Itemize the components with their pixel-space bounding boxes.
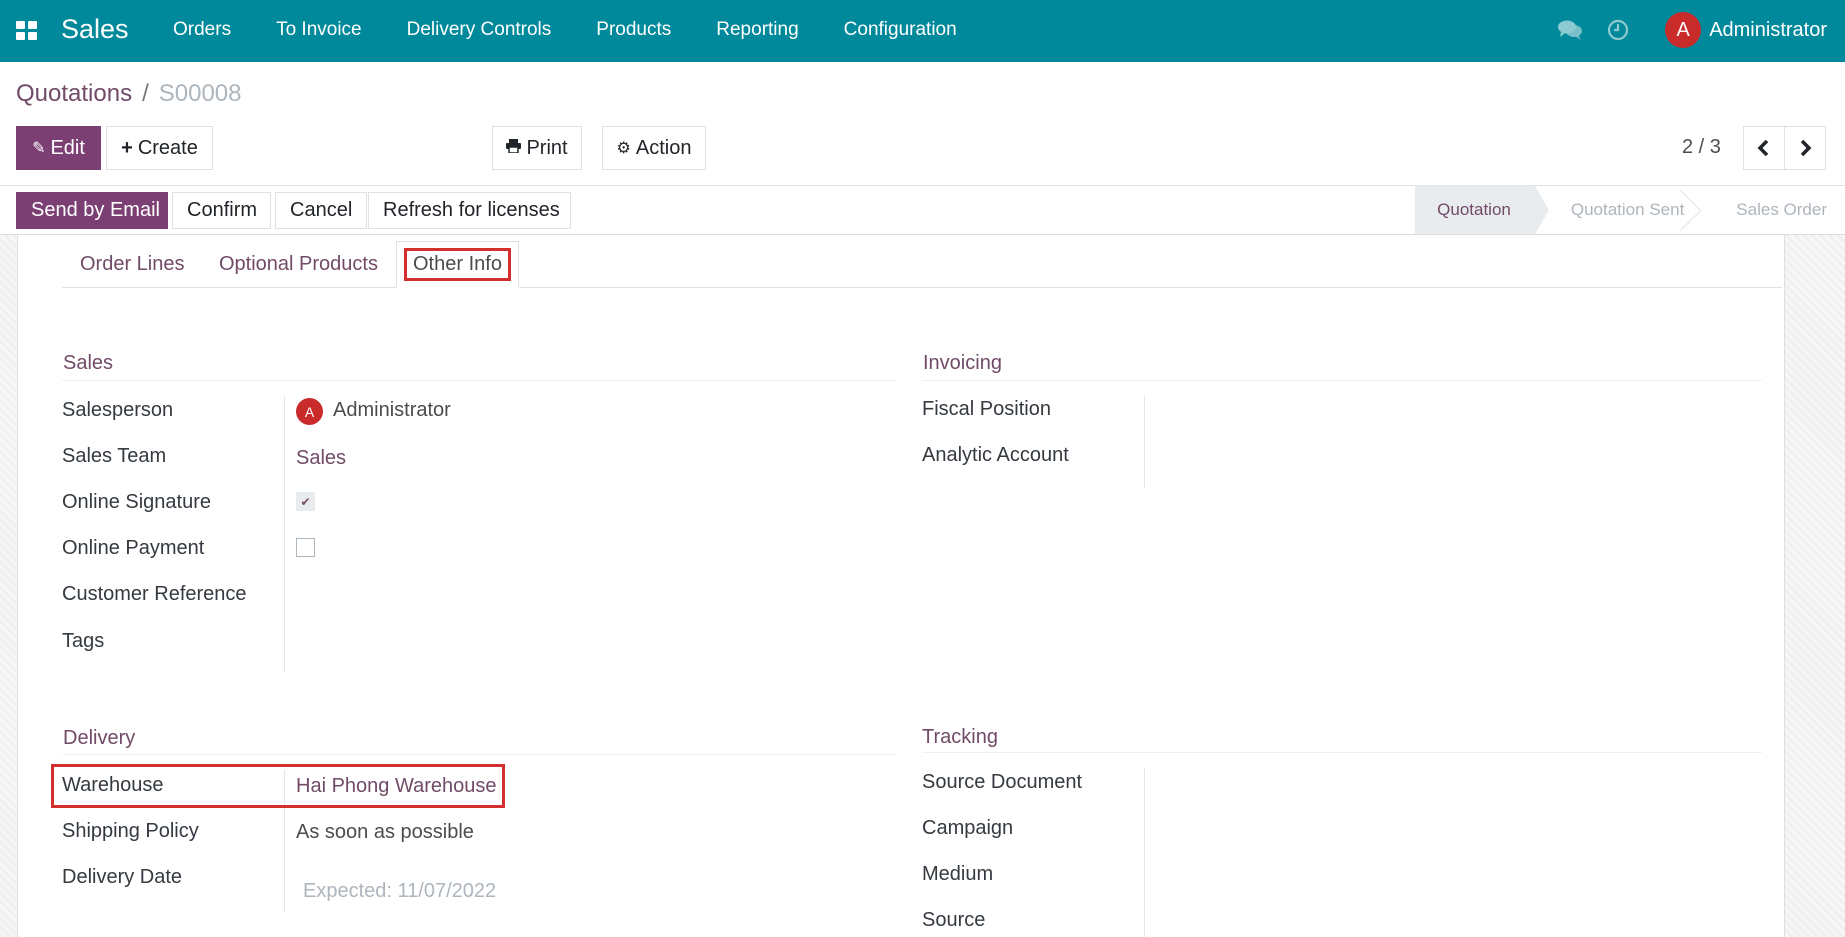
warehouse-value[interactable]: Hai Phong Warehouse bbox=[296, 775, 497, 798]
salesperson-label: Salesperson bbox=[62, 399, 174, 421]
delivery-date-label: Delivery Date bbox=[62, 866, 183, 888]
menu-to-invoice[interactable]: To Invoice bbox=[276, 19, 362, 41]
form-sheet bbox=[17, 235, 1785, 937]
confirm-button[interactable]: Confirm bbox=[172, 192, 271, 229]
chevron-left-icon bbox=[1757, 139, 1769, 157]
print-button[interactable]: Print bbox=[492, 126, 582, 170]
label-column-divider bbox=[284, 396, 285, 672]
create-button-label: Create bbox=[137, 136, 198, 159]
refresh-licenses-button[interactable]: Refresh for licenses bbox=[368, 192, 571, 229]
menu-products[interactable]: Products bbox=[596, 19, 671, 41]
campaign-label: Campaign bbox=[922, 817, 1014, 839]
breadcrumb-current: S00008 bbox=[158, 80, 242, 107]
fiscal-position-label: Fiscal Position bbox=[922, 398, 1051, 420]
group-title-delivery: Delivery bbox=[63, 727, 136, 749]
tags-label: Tags bbox=[62, 630, 105, 652]
label-column-divider bbox=[1144, 768, 1145, 937]
statusbar-stages: Quotation Quotation Sent Sales Order bbox=[1415, 186, 1845, 234]
pager-previous-button[interactable] bbox=[1743, 126, 1785, 170]
source-document-label: Source Document bbox=[922, 771, 1083, 793]
printer-icon bbox=[506, 138, 522, 158]
notebook-tabs: Order Lines Optional Products Other Info bbox=[62, 241, 1782, 288]
systray: A Administrator bbox=[1557, 12, 1827, 48]
online-payment-label: Online Payment bbox=[62, 537, 205, 559]
clock-icon[interactable] bbox=[1605, 17, 1631, 43]
shipping-policy-value[interactable]: As soon as possible bbox=[296, 821, 474, 844]
tab-other-info-label: Other Info bbox=[404, 248, 511, 281]
top-navbar: Sales Orders To Invoice Delivery Control… bbox=[0, 0, 1845, 62]
shipping-policy-label: Shipping Policy bbox=[62, 820, 199, 842]
create-button[interactable]: + Create bbox=[106, 126, 213, 170]
online-signature-label: Online Signature bbox=[62, 491, 211, 513]
menu-delivery-controls[interactable]: Delivery Controls bbox=[407, 19, 552, 41]
apps-grid-icon[interactable] bbox=[16, 21, 38, 41]
checkmark-icon: ✔ bbox=[300, 494, 311, 509]
edit-button[interactable]: ✎ Edit bbox=[16, 126, 101, 170]
source-label: Source bbox=[922, 909, 986, 931]
analytic-account-label: Analytic Account bbox=[922, 444, 1069, 466]
label-column-divider bbox=[284, 770, 285, 912]
breadcrumb-quotations[interactable]: Quotations bbox=[16, 80, 132, 108]
cancel-button[interactable]: Cancel bbox=[275, 192, 367, 229]
plus-icon: + bbox=[121, 136, 133, 159]
user-menu[interactable]: Administrator bbox=[1709, 19, 1827, 42]
salesperson-value[interactable]: Administrator bbox=[333, 399, 451, 422]
sales-team-label: Sales Team bbox=[62, 445, 167, 467]
pencil-icon: ✎ bbox=[32, 140, 46, 157]
group-title-sales: Sales bbox=[63, 352, 114, 374]
group-divider bbox=[922, 752, 1762, 753]
delivery-date-expected: Expected: 11/07/2022 bbox=[303, 880, 497, 902]
breadcrumb: Quotations / S00008 bbox=[16, 80, 242, 108]
tab-optional-products[interactable]: Optional Products bbox=[201, 241, 396, 288]
chevron-right-icon bbox=[1800, 139, 1812, 157]
send-by-email-button[interactable]: Send by Email bbox=[16, 192, 168, 229]
stage-sales-order[interactable]: Sales Order bbox=[1700, 186, 1845, 234]
action-button[interactable]: ⚙ Action bbox=[602, 126, 706, 170]
group-title-tracking: Tracking bbox=[922, 726, 998, 748]
user-avatar[interactable]: A bbox=[1665, 12, 1702, 48]
main-menu: Orders To Invoice Delivery Controls Prod… bbox=[173, 19, 1002, 41]
app-name[interactable]: Sales bbox=[61, 14, 129, 45]
group-divider bbox=[922, 380, 1762, 381]
menu-orders[interactable]: Orders bbox=[173, 19, 231, 41]
online-payment-checkbox[interactable] bbox=[296, 538, 315, 557]
sales-team-value[interactable]: Sales bbox=[296, 447, 346, 470]
online-signature-checkbox[interactable]: ✔ bbox=[296, 492, 315, 511]
group-divider bbox=[62, 754, 897, 755]
pager-next-button[interactable] bbox=[1784, 126, 1826, 170]
stage-quotation-sent[interactable]: Quotation Sent bbox=[1535, 186, 1700, 234]
tab-order-lines[interactable]: Order Lines bbox=[62, 241, 203, 288]
label-column-divider bbox=[1144, 396, 1145, 488]
tab-other-info[interactable]: Other Info bbox=[396, 241, 519, 288]
customer-reference-label: Customer Reference bbox=[62, 583, 247, 605]
tab-order-lines-label: Order Lines bbox=[80, 253, 185, 275]
group-title-invoicing: Invoicing bbox=[923, 352, 1002, 374]
menu-configuration[interactable]: Configuration bbox=[844, 19, 957, 41]
stage-quotation[interactable]: Quotation bbox=[1415, 186, 1549, 234]
tab-optional-products-label: Optional Products bbox=[219, 253, 378, 275]
salesperson-avatar: A bbox=[296, 398, 323, 425]
edit-button-label: Edit bbox=[50, 136, 85, 159]
warehouse-label: Warehouse bbox=[62, 774, 164, 796]
medium-label: Medium bbox=[922, 863, 994, 885]
action-button-label: Action bbox=[635, 136, 692, 159]
print-button-label: Print bbox=[526, 136, 568, 159]
group-divider bbox=[62, 380, 897, 381]
breadcrumb-separator: / bbox=[142, 80, 149, 107]
pager-value: 2 / 3 bbox=[1682, 136, 1721, 158]
gear-icon: ⚙ bbox=[616, 140, 631, 157]
menu-reporting[interactable]: Reporting bbox=[716, 19, 798, 41]
chat-icon[interactable] bbox=[1557, 17, 1583, 43]
